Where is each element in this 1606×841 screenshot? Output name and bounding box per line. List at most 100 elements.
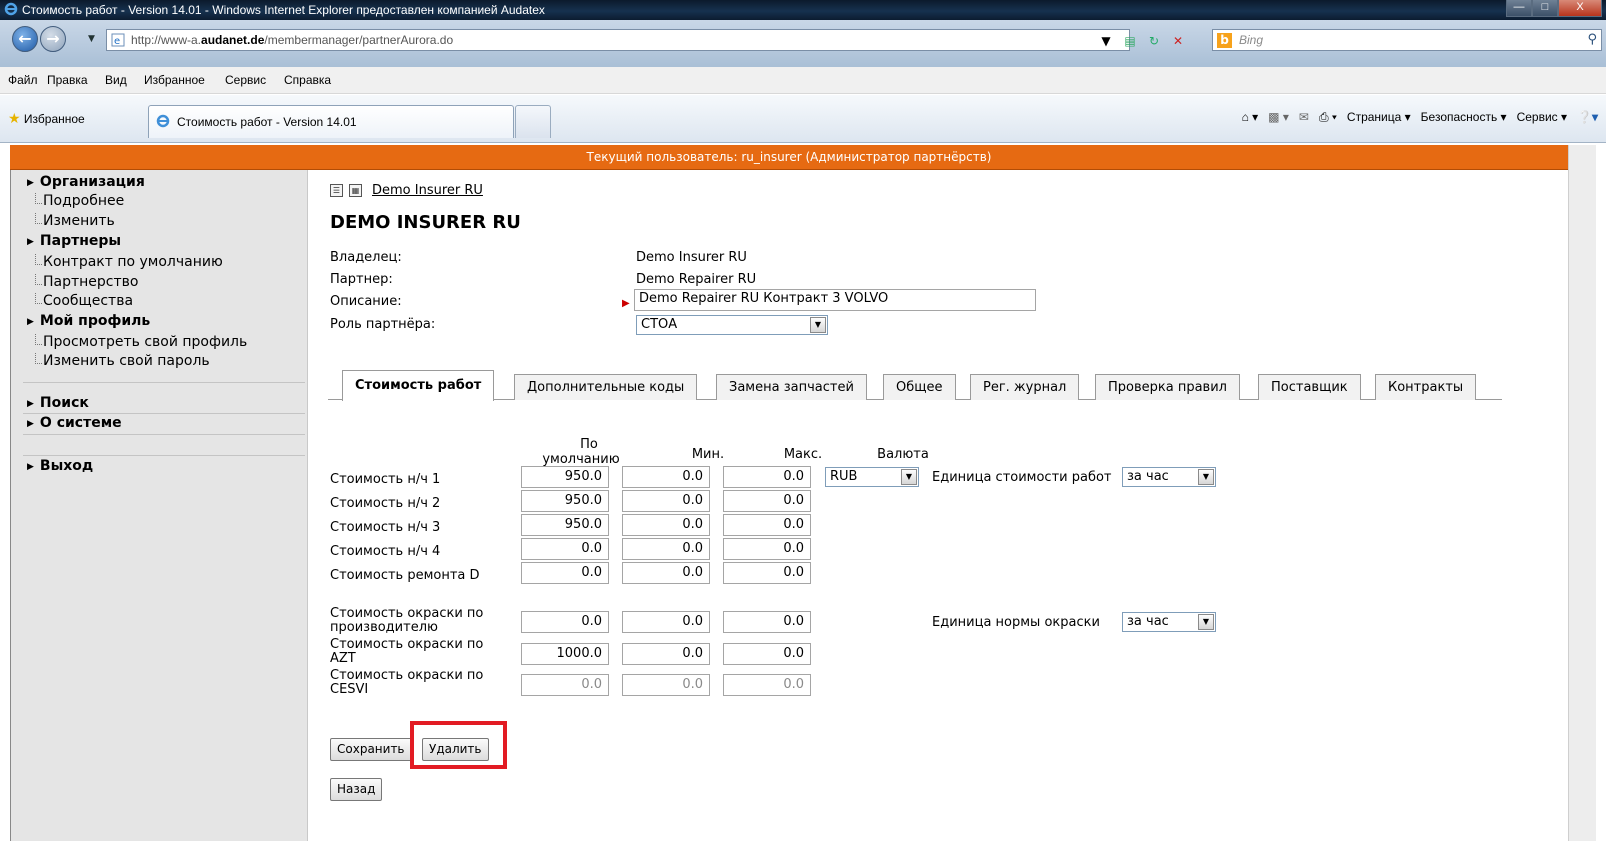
star-icon: ★ — [8, 110, 21, 126]
sidebar-item-search[interactable]: Поиск — [27, 395, 89, 411]
paint-cesvi-max[interactable]: 0.0 — [723, 674, 811, 696]
window-titlebar: Стоимость работ - Version 14.01 - Window… — [0, 0, 1606, 20]
labor-rate-2-default[interactable]: 950.0 — [521, 490, 609, 512]
paint-azt-max[interactable]: 0.0 — [723, 643, 811, 665]
list-icon[interactable]: ▦ — [349, 184, 362, 197]
sidebar-item-partners[interactable]: Партнеры — [27, 233, 121, 249]
sidebar-item-view-profile[interactable]: Просмотреть свой профиль — [34, 334, 247, 350]
sidebar-item-organization[interactable]: Организация — [27, 174, 145, 190]
menu-favorites[interactable]: Избранное — [144, 73, 205, 87]
sidebar-item-about[interactable]: О системе — [27, 415, 122, 431]
paint-manufacturer-default[interactable]: 0.0 — [521, 611, 609, 633]
menu-help[interactable]: Справка — [284, 73, 331, 87]
search-icon[interactable]: ⚲ — [1587, 32, 1597, 47]
labor-unit-label: Единица стоимости работ — [932, 470, 1112, 485]
sidebar-item-partnership[interactable]: Партнерство — [34, 274, 138, 290]
tab-parts-replacement[interactable]: Замена запчастей — [716, 374, 867, 400]
menu-view[interactable]: Вид — [105, 73, 127, 87]
close-window-button[interactable]: X — [1558, 0, 1602, 17]
repair-rate-default[interactable]: 0.0 — [521, 562, 609, 584]
sidebar-item-details[interactable]: Подробнее — [34, 193, 124, 209]
safety-menu[interactable]: Безопасность ▾ — [1421, 110, 1507, 125]
role-select[interactable]: СТОА ▼ — [636, 315, 828, 335]
ie-logo-icon — [4, 2, 18, 19]
compatibility-icon[interactable]: ▤ — [1120, 32, 1140, 50]
paint-cesvi-default[interactable]: 0.0 — [521, 674, 609, 696]
tab-general[interactable]: Общее — [883, 374, 956, 400]
sidebar-item-logout[interactable]: Выход — [27, 458, 93, 474]
paint-manufacturer-max[interactable]: 0.0 — [723, 611, 811, 633]
search-box[interactable]: b Bing ⚲ — [1212, 29, 1602, 51]
menu-edit[interactable]: Правка — [47, 73, 88, 87]
sidebar-item-change-password[interactable]: Изменить свой пароль — [35, 353, 210, 369]
col-min-header: Мин. — [691, 447, 725, 462]
labor-rate-1-default[interactable]: 950.0 — [521, 466, 609, 488]
repair-rate-max[interactable]: 0.0 — [723, 562, 811, 584]
feeds-icon[interactable]: ▩ ▾ — [1268, 110, 1289, 125]
labor-rate-3-default[interactable]: 950.0 — [521, 514, 609, 536]
labor-rate-4-min[interactable]: 0.0 — [622, 538, 710, 560]
print-icon[interactable]: ⎙ ▾ — [1319, 110, 1337, 125]
address-dropdown-icon[interactable]: ▼ — [1096, 32, 1116, 50]
labor-rate-4-max[interactable]: 0.0 — [723, 538, 811, 560]
required-marker-icon: ▶ — [622, 298, 630, 309]
sidebar-item-default-contract[interactable]: Контракт по умолчанию — [35, 254, 223, 270]
currency-select[interactable]: RUB ▼ — [825, 467, 919, 487]
sidebar-item-edit[interactable]: Изменить — [35, 213, 115, 229]
tools-menu[interactable]: Сервис ▾ — [1517, 110, 1567, 125]
mail-icon[interactable]: ✉ — [1299, 110, 1309, 125]
page-menu[interactable]: Страница ▾ — [1347, 110, 1411, 125]
labor-rate-4-label: Стоимость н/ч 4 — [330, 544, 441, 559]
paint-azt-min[interactable]: 0.0 — [622, 643, 710, 665]
browser-tab[interactable]: Стоимость работ - Version 14.01 — [148, 105, 514, 138]
tab-log[interactable]: Рег. журнал — [970, 374, 1080, 400]
favorites-button[interactable]: ★ Избранное — [8, 110, 85, 127]
sidebar-divider — [23, 434, 305, 435]
labor-rate-2-max[interactable]: 0.0 — [723, 490, 811, 512]
home-icon[interactable]: ⌂ ▾ — [1242, 110, 1259, 125]
labor-rate-1-min[interactable]: 0.0 — [622, 466, 710, 488]
labor-rate-3-max[interactable]: 0.0 — [723, 514, 811, 536]
forward-button[interactable]: → — [40, 26, 66, 52]
help-icon[interactable]: ❔▾ — [1577, 110, 1598, 125]
tree-icon[interactable]: ☰ — [330, 184, 343, 197]
address-bar[interactable]: e http://www-a.audanet.de/membermanager/… — [106, 29, 1130, 51]
breadcrumb-link[interactable]: Demo Insurer RU — [372, 183, 483, 198]
labor-rate-1-label: Стоимость н/ч 1 — [330, 472, 441, 487]
paint-manufacturer-min[interactable]: 0.0 — [622, 611, 710, 633]
tab-rule-check[interactable]: Проверка правил — [1095, 374, 1240, 400]
favorites-bar: ★ Избранное Стоимость работ - Version 14… — [0, 95, 1606, 143]
sidebar-item-communities[interactable]: Сообщества — [34, 293, 133, 309]
menu-tools[interactable]: Сервис — [225, 73, 266, 87]
back-button[interactable]: ← — [12, 26, 38, 52]
maximize-button[interactable]: □ — [1532, 0, 1558, 17]
history-dropdown-icon[interactable]: ▼ — [88, 34, 95, 44]
svg-text:e: e — [114, 36, 120, 47]
paint-cesvi-min[interactable]: 0.0 — [622, 674, 710, 696]
partner-label: Партнер: — [330, 272, 393, 287]
tab-contracts[interactable]: Контракты — [1375, 374, 1477, 400]
labor-rate-3-min[interactable]: 0.0 — [622, 514, 710, 536]
minimize-button[interactable]: — — [1506, 0, 1532, 17]
repair-rate-min[interactable]: 0.0 — [622, 562, 710, 584]
paint-azt-default[interactable]: 1000.0 — [521, 643, 609, 665]
vertical-scrollbar[interactable] — [1568, 145, 1596, 841]
stop-icon[interactable]: ✕ — [1168, 32, 1188, 50]
new-tab-button[interactable] — [515, 105, 551, 138]
tab-extra-codes[interactable]: Дополнительные коды — [514, 374, 698, 400]
description-label: Описание: — [330, 294, 402, 309]
description-field[interactable]: Demo Repairer RU Контракт 3 VOLVO — [634, 289, 1036, 311]
save-button[interactable]: Сохранить — [330, 738, 412, 761]
refresh-icon[interactable]: ↻ — [1144, 32, 1164, 50]
sidebar-item-my-profile[interactable]: Мой профиль — [27, 313, 150, 329]
paint-unit-select[interactable]: за час ▼ — [1122, 612, 1216, 632]
labor-rate-4-default[interactable]: 0.0 — [521, 538, 609, 560]
tab-supplier[interactable]: Поставщик — [1258, 374, 1361, 400]
back-link-button[interactable]: Назад — [330, 778, 383, 801]
labor-rate-2-min[interactable]: 0.0 — [622, 490, 710, 512]
current-user-banner: Текущий пользователь: ru_insurer (Админи… — [10, 145, 1568, 170]
tab-labor-cost[interactable]: Стоимость работ — [342, 370, 495, 401]
labor-rate-1-max[interactable]: 0.0 — [723, 466, 811, 488]
menu-file[interactable]: Файл — [8, 73, 38, 87]
labor-unit-select[interactable]: за час ▼ — [1122, 467, 1216, 487]
